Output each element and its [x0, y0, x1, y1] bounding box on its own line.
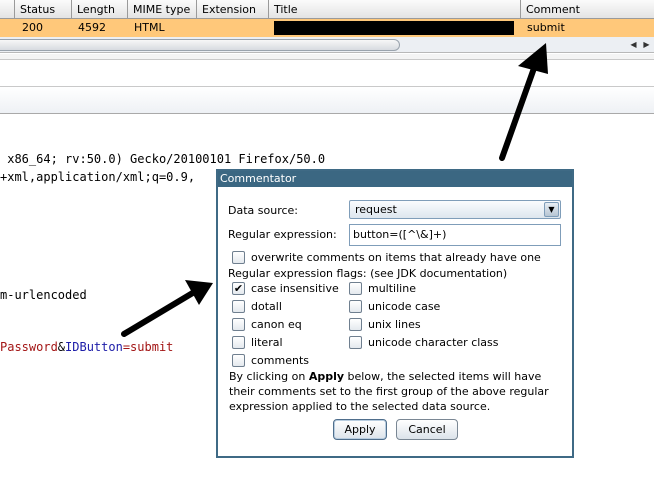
- multiline-checkbox[interactable]: [349, 282, 362, 295]
- param-password: Password: [0, 340, 58, 354]
- request-line-user-agent: x86_64; rv:50.0) Gecko/20100101 Firefox/…: [0, 152, 326, 166]
- regex-input[interactable]: button=([^\&]+): [349, 224, 561, 246]
- pane-splitter[interactable]: [0, 54, 654, 60]
- column-header-length[interactable]: Length: [72, 0, 128, 19]
- cell-comment: submit: [527, 21, 565, 34]
- flags-label: Regular expression flags: (see JDK docum…: [228, 267, 508, 280]
- description-text-start: By clicking on: [229, 370, 309, 383]
- commentator-dialog: Commentator Data source: request ▼ Regul…: [216, 169, 574, 458]
- case-insensitive-label: case insensitive: [251, 282, 339, 295]
- column-header-mime-type[interactable]: MIME type: [128, 0, 197, 19]
- checkmark-icon: ✔: [233, 282, 244, 295]
- data-source-value: request: [355, 203, 397, 216]
- case-insensitive-checkbox[interactable]: ✔: [232, 282, 245, 295]
- column-header-spacer: [0, 0, 15, 19]
- unicode-case-checkbox[interactable]: [349, 300, 362, 313]
- unicode-character-class-label: unicode character class: [368, 336, 499, 349]
- request-line-accept: +xml,application/xml;q=0.9,: [0, 170, 196, 184]
- scroll-right-icon[interactable]: ▶: [640, 38, 653, 52]
- cell-status: 200: [22, 21, 43, 34]
- comments-label: comments: [251, 354, 309, 367]
- data-source-label: Data source:: [228, 204, 298, 217]
- scrollbar-thumb[interactable]: [0, 39, 400, 51]
- cell-mime-type: HTML: [134, 21, 165, 34]
- data-source-select[interactable]: request ▼: [349, 200, 561, 219]
- column-header-extension[interactable]: Extension: [197, 0, 269, 19]
- cancel-button[interactable]: Cancel: [396, 419, 458, 440]
- unicode-character-class-checkbox[interactable]: [349, 336, 362, 349]
- param-idbutton: IDButton: [65, 340, 123, 354]
- horizontal-scrollbar[interactable]: ◀ ▶: [0, 37, 654, 53]
- cell-length: 4592: [78, 21, 106, 34]
- cell-extension: [197, 19, 203, 37]
- overwrite-checkbox[interactable]: [232, 251, 245, 264]
- table-header: Status Length MIME type Extension Title …: [0, 0, 654, 19]
- unicode-case-label: unicode case: [368, 300, 441, 313]
- column-header-title[interactable]: Title: [269, 0, 521, 19]
- comments-checkbox[interactable]: [232, 354, 245, 367]
- param-idbutton-value: =submit: [122, 340, 174, 354]
- column-header-comment[interactable]: Comment: [521, 0, 654, 19]
- literal-checkbox[interactable]: [232, 336, 245, 349]
- overwrite-label: overwrite comments on items that already…: [251, 251, 541, 264]
- regex-label: Regular expression:: [228, 228, 337, 241]
- unix-lines-label: unix lines: [368, 318, 421, 331]
- dialog-title[interactable]: Commentator: [218, 171, 572, 187]
- request-line-content-type: m-urlencoded: [0, 288, 87, 302]
- dotall-checkbox[interactable]: [232, 300, 245, 313]
- apply-button[interactable]: Apply: [333, 419, 387, 440]
- multiline-label: multiline: [368, 282, 416, 295]
- scroll-left-icon[interactable]: ◀: [627, 38, 640, 52]
- description-apply-word: Apply: [308, 370, 345, 383]
- param-separator: &: [57, 340, 66, 354]
- chevron-down-icon[interactable]: ▼: [544, 202, 559, 217]
- unix-lines-checkbox[interactable]: [349, 318, 362, 331]
- canon-eq-checkbox[interactable]: [232, 318, 245, 331]
- arrow-to-case-insensitive-icon: [121, 280, 213, 337]
- dotall-label: dotall: [251, 300, 282, 313]
- column-header-status[interactable]: Status: [15, 0, 72, 19]
- message-editor-tabs: [0, 86, 654, 114]
- table-row[interactable]: 200 4592 HTML submit: [0, 19, 654, 37]
- redacted-title-cell: [274, 21, 514, 35]
- apply-description: By clicking on Apply below, the selected…: [229, 369, 569, 414]
- request-body: Password&IDButton=submit: [0, 340, 173, 354]
- canon-eq-label: canon eq: [251, 318, 302, 331]
- literal-label: literal: [251, 336, 283, 349]
